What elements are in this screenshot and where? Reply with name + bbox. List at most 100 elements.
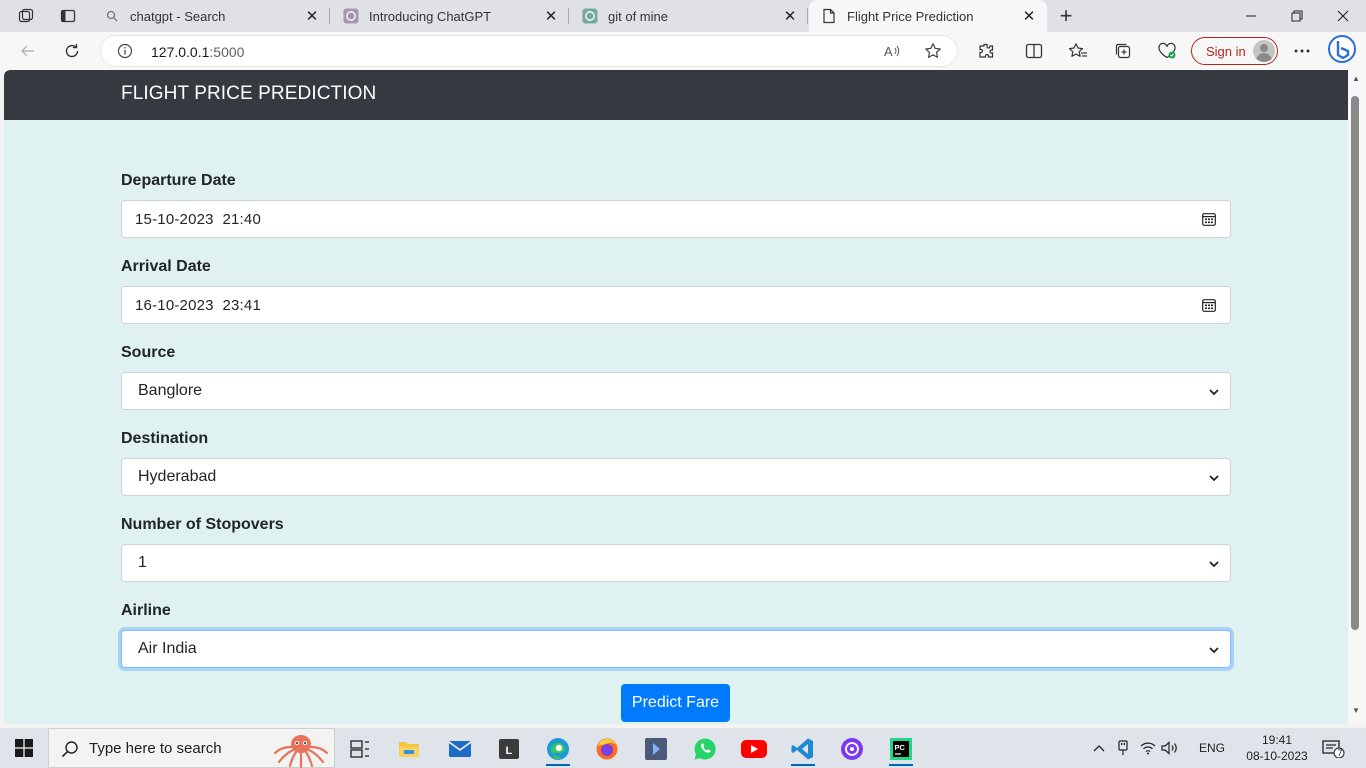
clock-time: 19:41 [1261,733,1293,747]
workspaces-icon[interactable] [10,4,42,28]
site-info-icon[interactable] [117,43,133,64]
bing-copilot-icon[interactable] [1327,35,1357,63]
back-icon[interactable] [13,37,43,65]
browser-tab-strip: chatgpt - Search ✕ Introducing ChatGPT ✕… [0,0,1366,32]
openai-icon [582,8,598,24]
edge-browser-icon[interactable] [538,732,578,766]
tab-git-of-mine[interactable]: git of mine ✕ [570,0,808,32]
chevron-up-icon[interactable] [1090,728,1108,768]
arrival-date-value: 16-10-2023 23:41 [135,296,262,314]
navbar: FLIGHT PRICE PREDICTION [4,70,1348,120]
close-tab-icon[interactable]: ✕ [1021,8,1037,25]
notifications-icon[interactable]: 7 [1318,728,1348,768]
firefox-icon[interactable] [587,732,627,766]
close-tab-icon[interactable]: ✕ [543,8,559,25]
new-tab-icon[interactable]: + [1052,3,1080,28]
refresh-icon[interactable] [57,37,87,65]
sign-in-button[interactable]: Sign in [1191,37,1278,65]
airline-value: Air India [138,640,197,657]
search-icon [104,8,120,24]
wifi-icon[interactable] [1138,728,1158,768]
lms-app-icon[interactable]: L [489,732,529,766]
page-scrollbar[interactable]: ▲ ▼ [1348,70,1366,724]
airline-select[interactable]: Air India [121,630,1231,668]
tab-flight-price-prediction[interactable]: Flight Price Prediction ✕ [809,0,1047,32]
tab-chatgpt-search[interactable]: chatgpt - Search ✕ [92,0,330,32]
split-screen-icon[interactable] [1019,37,1049,65]
source-label: Source [121,344,176,361]
clock-date: 08-10-2023 [1246,749,1308,763]
page-viewport: FLIGHT PRICE PREDICTION Departure Date 1… [4,70,1348,724]
browser-essentials-icon[interactable] [1152,37,1182,65]
minimize-icon[interactable] [1228,0,1274,32]
destination-select[interactable]: Hyderabad [121,458,1231,496]
openai-icon [343,8,359,24]
search-icon [61,740,79,762]
svg-text:PC: PC [895,743,906,752]
restore-icon[interactable] [1274,0,1320,32]
favorite-star-icon[interactable] [918,37,948,65]
chevron-down-icon [1208,557,1220,575]
tab-title: Flight Price Prediction [847,8,974,24]
svg-text:A: A [884,44,893,59]
tab-actions-icon[interactable] [52,4,84,28]
tab-title: Introducing ChatGPT [369,8,492,24]
read-aloud-icon[interactable]: A [878,37,908,65]
source-select[interactable]: Banglore [121,372,1231,410]
vscode-icon[interactable] [783,732,823,766]
tab-title: chatgpt - Search [130,8,226,24]
predict-fare-button[interactable]: Predict Fare [621,684,730,722]
remote-desktop-icon[interactable] [636,732,676,766]
page-icon [821,8,837,24]
brand-title[interactable]: FLIGHT PRICE PREDICTION [121,83,376,105]
url-text: 127.0.0.1:5000 [151,44,244,60]
scrollbar-thumb[interactable] [1351,96,1359,630]
close-tab-icon[interactable]: ✕ [782,8,798,25]
chevron-down-icon [1208,385,1220,403]
arrival-date-input[interactable]: 16-10-2023 23:41 [121,286,1231,324]
destination-label: Destination [121,430,209,447]
calendar-icon[interactable] [1202,212,1216,230]
scroll-down-icon[interactable]: ▼ [1351,706,1361,716]
departure-date-value: 15-10-2023 21:40 [135,210,262,228]
browser-toolbar: 127.0.0.1:5000 A Sign in [0,32,1366,70]
language-indicator[interactable]: ENG [1184,728,1240,768]
url-port: :5000 [209,44,245,60]
stopovers-value: 1 [138,554,147,571]
stopovers-label: Number of Stopovers [121,516,284,533]
chevron-down-icon [1208,643,1220,661]
taskbar-search-placeholder: Type here to search [89,739,222,757]
destination-value: Hyderabad [138,468,217,485]
airline-label: Airline [121,602,171,619]
tab-title: git of mine [608,8,668,24]
windows-start-icon[interactable] [0,728,48,768]
favorites-icon[interactable] [1063,37,1093,65]
collections-icon[interactable] [1108,37,1138,65]
extensions-icon[interactable] [971,37,1001,65]
stopovers-select[interactable]: 1 [121,544,1231,582]
taskbar-clock[interactable]: 19:41 08-10-2023 [1244,732,1310,764]
scroll-up-icon[interactable]: ▲ [1351,74,1361,84]
close-tab-icon[interactable]: ✕ [304,8,320,25]
mail-icon[interactable] [440,732,480,766]
source-value: Banglore [138,382,203,399]
file-explorer-icon[interactable] [389,732,429,766]
more-options-icon[interactable] [1287,37,1317,65]
whatsapp-icon[interactable] [685,732,725,766]
octopus-search-highlight-icon [271,730,331,768]
calendar-icon[interactable] [1202,298,1216,316]
youtube-icon[interactable] [734,732,774,766]
arrival-date-label: Arrival Date [121,258,211,275]
task-view-icon[interactable] [340,732,380,766]
github-desktop-icon[interactable] [832,732,872,766]
taskbar-search-box[interactable]: Type here to search [48,728,335,768]
close-window-icon[interactable] [1320,0,1366,32]
tab-introducing-chatgpt[interactable]: Introducing ChatGPT ✕ [331,0,569,32]
svg-text:L: L [506,745,513,757]
volume-icon[interactable] [1160,728,1180,768]
address-bar[interactable]: 127.0.0.1:5000 [100,35,958,67]
usb-device-icon[interactable] [1114,728,1132,768]
chevron-down-icon [1208,471,1220,489]
departure-date-input[interactable]: 15-10-2023 21:40 [121,200,1231,238]
pycharm-icon[interactable]: PC [881,732,921,766]
